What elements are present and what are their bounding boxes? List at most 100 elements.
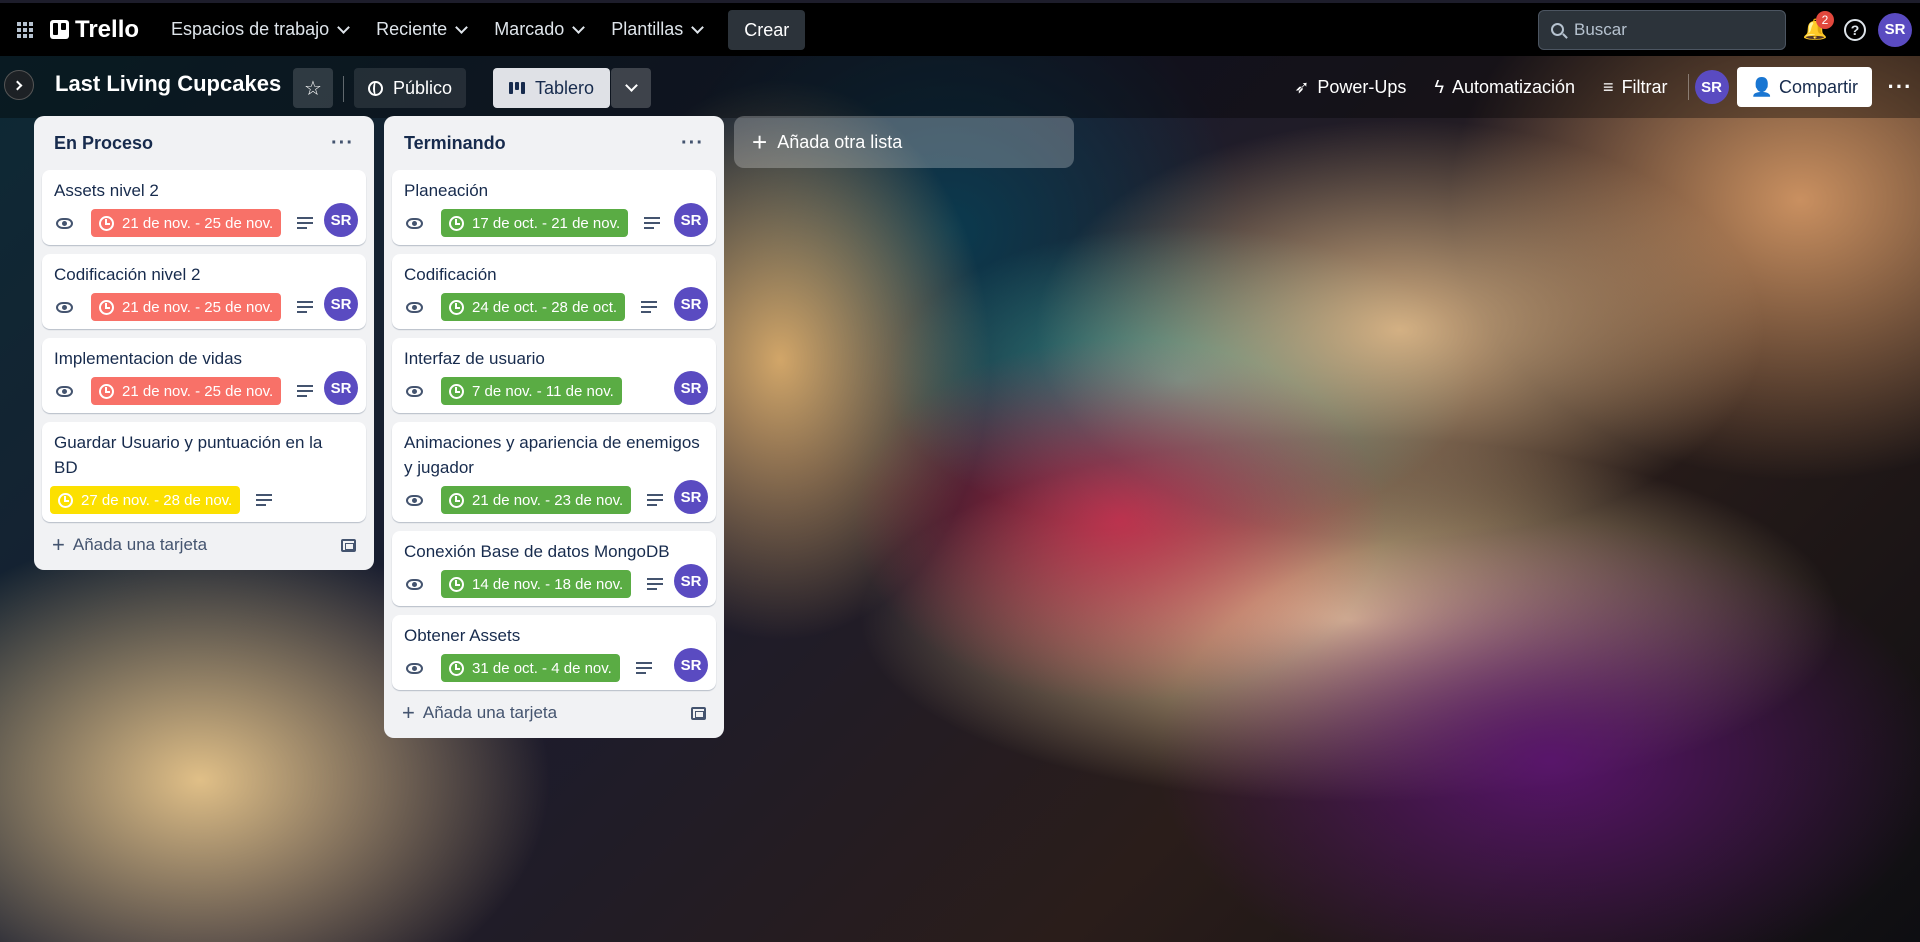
due-date-badge[interactable]: 27 de nov. - 28 de nov. xyxy=(50,486,241,514)
card-title: Assets nivel 2 xyxy=(54,181,159,200)
star-board-button[interactable]: ☆ xyxy=(293,68,333,108)
board-member-avatar[interactable]: SR xyxy=(1694,70,1729,104)
card[interactable]: Codificación nivel 2 21 de nov. - 25 de … xyxy=(42,254,366,329)
visibility-label: Público xyxy=(393,77,453,98)
due-date-label: 21 de nov. - 25 de nov. xyxy=(122,298,274,316)
add-card-button[interactable]: + Añada una tarjeta xyxy=(402,702,557,724)
card[interactable]: Obtener Assets 31 de oct. - 4 de nov. SR xyxy=(392,615,716,690)
card-member-avatar[interactable]: SR xyxy=(674,371,708,405)
board-view-button[interactable]: Tablero xyxy=(493,68,611,108)
board-menu-icon[interactable]: ··· xyxy=(1880,74,1920,100)
due-date-badge[interactable]: 24 de oct. - 28 de oct. xyxy=(441,293,626,321)
card-member-avatar[interactable]: SR xyxy=(674,203,708,237)
due-date-label: 27 de nov. - 28 de nov. xyxy=(81,491,233,509)
chevron-down-icon xyxy=(691,20,705,34)
trello-logo-icon xyxy=(50,20,69,39)
nav-starred[interactable]: Marcado xyxy=(482,10,595,50)
board-title[interactable]: Last Living Cupcakes xyxy=(55,71,281,97)
list-menu-icon[interactable]: ··· xyxy=(331,132,354,155)
card[interactable]: Implementacion de vidas 21 de nov. - 25 … xyxy=(42,338,366,413)
search-input[interactable]: Buscar xyxy=(1538,9,1786,50)
nav-recent[interactable]: Reciente xyxy=(364,10,478,50)
chevron-down-icon xyxy=(455,20,469,34)
card[interactable]: Codificación 24 de oct. - 28 de oct. SR xyxy=(392,254,716,329)
add-list-button[interactable]: + Añada otra lista xyxy=(734,116,1074,168)
add-card-button[interactable]: + Añada una tarjeta xyxy=(52,534,207,556)
view-switcher-dropdown[interactable] xyxy=(611,68,651,108)
description-icon xyxy=(647,578,664,590)
notifications-button[interactable]: 🔔 2 xyxy=(1798,10,1834,47)
card-member-avatar[interactable]: SR xyxy=(324,371,358,405)
header-divider xyxy=(1687,74,1689,100)
plus-icon: + xyxy=(402,700,415,725)
card-member-avatar[interactable]: SR xyxy=(324,287,358,321)
add-card-label: Añada una tarjeta xyxy=(72,535,208,554)
card-badges: 24 de oct. - 28 de oct. xyxy=(404,293,704,321)
trello-logo[interactable]: Trello xyxy=(50,16,159,44)
card-template-icon[interactable] xyxy=(691,706,706,720)
powerups-button[interactable]: ➶ Power-Ups xyxy=(1280,67,1420,107)
plus-icon: + xyxy=(52,532,65,557)
board-header-actions: ➶ Power-Ups ϟ Automatización ≡ Filtrar SR 👤… xyxy=(1280,56,1920,118)
list-title[interactable]: Terminando xyxy=(404,133,506,154)
card-title: Interfaz de usuario xyxy=(404,349,545,368)
watch-icon xyxy=(56,301,73,313)
nav-workspaces[interactable]: Espacios de trabajo xyxy=(159,10,360,50)
description-icon xyxy=(297,217,314,229)
visibility-button[interactable]: Público xyxy=(354,68,467,108)
create-button[interactable]: Crear xyxy=(728,9,806,50)
nav-templates[interactable]: Plantillas xyxy=(599,10,714,50)
clock-icon xyxy=(449,492,464,508)
due-date-label: 21 de nov. - 25 de nov. xyxy=(122,382,274,400)
card-member-avatar[interactable]: SR xyxy=(674,287,708,321)
due-date-badge[interactable]: 21 de nov. - 23 de nov. xyxy=(441,486,632,514)
card-member-avatar[interactable]: SR xyxy=(674,564,708,598)
list-menu-icon[interactable]: ··· xyxy=(681,132,704,155)
card[interactable]: Planeación 17 de oct. - 21 de nov. SR xyxy=(392,170,716,245)
due-date-badge[interactable]: 21 de nov. - 25 de nov. xyxy=(91,209,282,237)
header-divider xyxy=(343,76,344,102)
search-icon xyxy=(1551,23,1564,36)
card[interactable]: Interfaz de usuario 7 de nov. - 11 de no… xyxy=(392,338,716,413)
card-title: Codificación nivel 2 xyxy=(54,265,201,284)
list-title[interactable]: En Proceso xyxy=(54,133,153,154)
filter-icon: ≡ xyxy=(1603,76,1614,97)
due-date-label: 31 de oct. - 4 de nov. xyxy=(472,659,612,677)
card[interactable]: Conexión Base de datos MongoDB 14 de nov… xyxy=(392,531,716,606)
due-date-badge[interactable]: 21 de nov. - 25 de nov. xyxy=(91,377,282,405)
card-member-avatar[interactable]: SR xyxy=(674,480,708,514)
help-icon[interactable]: ? xyxy=(1844,18,1866,41)
automation-button[interactable]: ϟ Automatización xyxy=(1420,67,1589,107)
card[interactable]: Guardar Usuario y puntuación en la BD 27… xyxy=(42,422,366,522)
board-header: Last Living Cupcakes ☆ Público Tablero ➶… xyxy=(0,56,1920,118)
card-badges: 14 de nov. - 18 de nov. xyxy=(404,570,704,598)
watch-icon xyxy=(406,662,423,674)
top-left-group: Trello Espacios de trabajo Reciente Marc… xyxy=(0,3,806,56)
due-date-badge[interactable]: 7 de nov. - 11 de nov. xyxy=(441,377,622,405)
due-date-badge[interactable]: 14 de nov. - 18 de nov. xyxy=(441,570,632,598)
user-avatar[interactable]: SR xyxy=(1878,12,1912,47)
watch-icon xyxy=(406,494,423,506)
due-date-label: 14 de nov. - 18 de nov. xyxy=(472,575,624,593)
board-lists: En Proceso ··· Assets nivel 2 21 de nov.… xyxy=(34,116,1074,738)
list-en-proceso: En Proceso ··· Assets nivel 2 21 de nov.… xyxy=(34,116,374,570)
due-date-badge[interactable]: 17 de oct. - 21 de nov. xyxy=(441,209,629,237)
clock-icon xyxy=(99,299,114,315)
due-date-badge[interactable]: 21 de nov. - 25 de nov. xyxy=(91,293,282,321)
card[interactable]: Animaciones y apariencia de enemigos y j… xyxy=(392,422,716,522)
card-member-avatar[interactable]: SR xyxy=(324,203,358,237)
list-header: Terminando ··· xyxy=(392,124,716,161)
card-member-avatar[interactable]: SR xyxy=(674,648,708,682)
share-button[interactable]: 👤 Compartir xyxy=(1736,67,1872,107)
due-date-badge[interactable]: 31 de oct. - 4 de nov. xyxy=(441,654,620,682)
sidebar-expand-button[interactable] xyxy=(4,70,34,100)
card-template-icon[interactable] xyxy=(341,538,356,552)
card-badges: 21 de nov. - 25 de nov. xyxy=(54,293,354,321)
app-switcher-icon[interactable] xyxy=(0,3,50,56)
watch-icon xyxy=(406,217,423,229)
card[interactable]: Assets nivel 2 21 de nov. - 25 de nov. S… xyxy=(42,170,366,245)
star-icon: ☆ xyxy=(304,77,322,100)
trello-logo-text: Trello xyxy=(75,15,140,43)
add-card-row: + Añada una tarjeta xyxy=(42,522,366,560)
filter-button[interactable]: ≡ Filtrar xyxy=(1589,67,1682,107)
